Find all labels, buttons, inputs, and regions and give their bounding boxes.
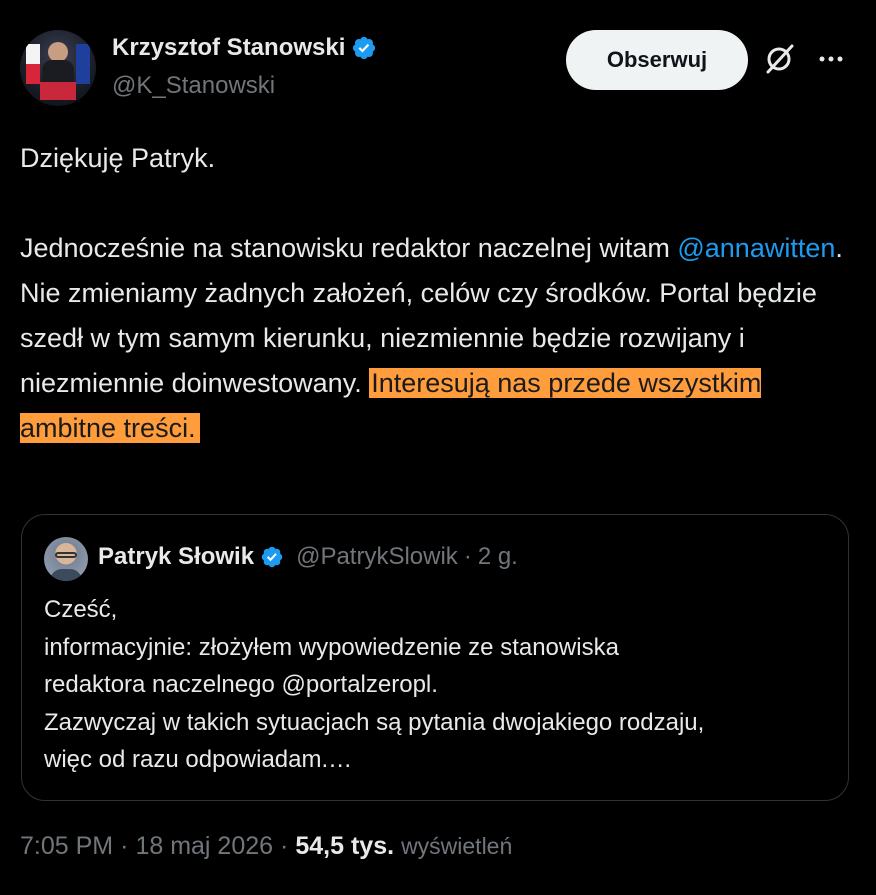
views-count[interactable]: 54,5 tys.: [295, 832, 394, 861]
quoted-line: więc od razu odpowiadam.…: [44, 746, 353, 773]
tweet-paragraph-main: Jednocześnie na stanowisku redaktor nacz…: [20, 226, 856, 451]
tweet-time[interactable]: 7:05 PM: [20, 832, 113, 861]
tweet-body: Dziękuję Patryk. Jednocześnie na stanowi…: [20, 136, 856, 451]
quoted-line: Zazwyczaj w takich sytuacjach są pytania…: [44, 708, 705, 736]
quoted-author-avatar[interactable]: [44, 537, 88, 581]
separator-dot: ·: [280, 832, 289, 860]
views-label[interactable]: wyświetleń: [401, 833, 512, 860]
quoted-tweet-body: Cześć, informacyjnie: złożyłem wypowiedz…: [44, 591, 834, 779]
tweet-meta: 7:05 PM · 18 maj 2026 · 54,5 tys. wyświe…: [20, 832, 512, 861]
more-options-icon[interactable]: [816, 44, 846, 74]
separator-dot: ·: [463, 543, 472, 570]
quoted-author-name[interactable]: Patryk Słowik: [98, 543, 254, 571]
quoted-line: Cześć,: [44, 596, 118, 623]
quoted-tweet-time[interactable]: 2 g.: [478, 543, 518, 571]
author-display-name[interactable]: Krzysztof Stanowski: [112, 34, 345, 62]
verified-badge-icon: [261, 546, 283, 568]
separator-dot: ·: [120, 832, 129, 860]
quoted-tweet[interactable]: Patryk Słowik @PatrykSlowik · 2 g. Cześć…: [21, 514, 849, 801]
grok-icon[interactable]: [762, 42, 796, 76]
mention-link[interactable]: @annawitten: [677, 233, 835, 263]
paragraph-spacer: [20, 181, 856, 226]
tweet-header: Krzysztof Stanowski @K_Stanowski Obserwu…: [20, 28, 856, 106]
follow-button[interactable]: Obserwuj: [566, 30, 748, 90]
verified-badge-icon: [353, 36, 376, 60]
tweet-text-start: Jednocześnie na stanowisku redaktor nacz…: [20, 233, 678, 263]
quoted-line: informacyjnie: złożyłem wypowiedzenie ze…: [44, 633, 619, 661]
author-handle[interactable]: @K_Stanowski: [112, 72, 275, 100]
tweet-line-thanks: Dziękuję Patryk.: [20, 143, 216, 173]
author-avatar[interactable]: [20, 30, 96, 106]
quoted-tweet-header: Patryk Słowik @PatrykSlowik · 2 g.: [98, 543, 518, 571]
quoted-author-handle[interactable]: @PatrykSlowik: [296, 543, 458, 571]
quoted-line: redaktora naczelnego @portalzeropl.: [44, 671, 438, 698]
author-name-row[interactable]: Krzysztof Stanowski: [112, 34, 377, 62]
tweet-date[interactable]: 18 maj 2026: [135, 832, 273, 861]
